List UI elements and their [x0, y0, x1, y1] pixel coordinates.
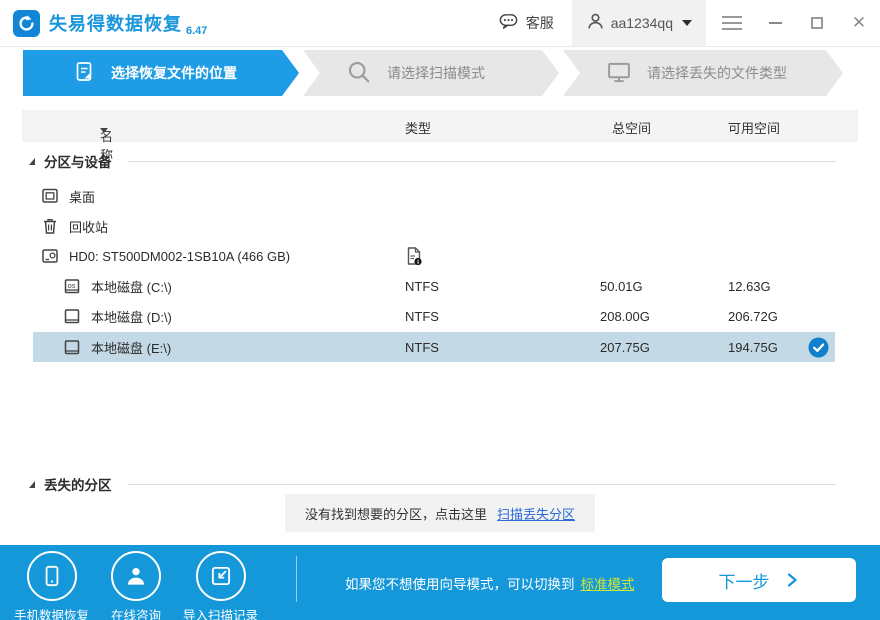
section-rule: [128, 484, 837, 485]
minimize-button[interactable]: [754, 0, 796, 46]
account-name: aa1234qq: [611, 15, 673, 31]
support-button[interactable]: 客服: [488, 11, 564, 35]
menu-button[interactable]: [710, 16, 754, 30]
app-version: 6.47: [186, 25, 207, 37]
tree-item-recycle-bin[interactable]: 回收站: [22, 211, 858, 241]
import-scan-button[interactable]: 导入扫描记录: [183, 551, 258, 620]
drive-icon: [62, 306, 82, 326]
file-info-icon: [405, 246, 423, 266]
drive-d-total: 208.00G: [600, 301, 650, 331]
step-file-type[interactable]: 请选择丢失的文件类型: [563, 50, 843, 96]
document-edit-icon: [73, 60, 97, 87]
check-circle-icon: [808, 337, 829, 358]
drive-d-type: NTFS: [405, 301, 439, 331]
consultant-icon: [111, 551, 161, 601]
drive-c-label: 本地磁盘 (C:\): [91, 277, 172, 296]
app-logo-icon: [13, 10, 40, 37]
drive-icon: [62, 337, 82, 357]
expand-triangle-icon: [29, 481, 35, 488]
lost-partition-hint: 没有找到想要的分区，点击这里 扫描丢失分区: [285, 494, 595, 532]
drive-e-type: NTFS: [405, 332, 439, 362]
drive-row-d[interactable]: 本地磁盘 (D:\) NTFS 208.00G 206.72G: [22, 301, 858, 331]
tree-item-desktop[interactable]: 桌面: [22, 181, 858, 211]
drive-c-free: 12.63G: [728, 271, 771, 301]
support-label: 客服: [526, 13, 554, 33]
monitor-icon: [605, 58, 633, 89]
drive-row-c[interactable]: os 本地磁盘 (C:\) NTFS 50.01G 12.63G: [22, 271, 858, 301]
app-title: 失易得数据恢复: [49, 10, 182, 36]
drive-row-e[interactable]: 本地磁盘 (E:\) NTFS 207.75G 194.75G: [22, 332, 858, 362]
phone-icon: [27, 551, 77, 601]
sort-caret-icon: [100, 128, 108, 133]
hard-drive-icon: [40, 246, 60, 266]
step3-label: 请选择丢失的文件类型: [647, 63, 787, 83]
app-window: 失易得数据恢复 6.47 客服: [0, 0, 880, 620]
footer-bar: 手机数据恢复 在线咨询: [0, 545, 880, 620]
drive-e-free: 194.75G: [728, 332, 778, 362]
maximize-button[interactable]: [796, 0, 838, 46]
table-header: 名称 类型 总空间 可用空间: [22, 110, 858, 142]
hdd-label: HD0: ST500DM002-1SB10A (466 GB): [69, 249, 290, 264]
phone-recovery-label: 手机数据恢复: [14, 605, 89, 620]
step1-label: 选择恢复文件的位置: [111, 63, 237, 83]
user-icon: [586, 12, 605, 34]
drive-d-label: 本地磁盘 (D:\): [91, 307, 172, 326]
tree-item-hdd[interactable]: HD0: ST500DM002-1SB10A (466 GB): [22, 241, 858, 271]
drive-c-total: 50.01G: [600, 271, 643, 301]
import-icon: [196, 551, 246, 601]
mode-hint: 如果您不想使用向导模式，可以切换到标准模式: [345, 573, 635, 593]
titlebar: 失易得数据恢复 6.47 客服: [0, 0, 880, 47]
step-scan-mode[interactable]: 请选择扫描模式: [303, 50, 559, 96]
hint-text: 没有找到想要的分区，点击这里: [305, 504, 487, 523]
step-choose-location[interactable]: 选择恢复文件的位置: [23, 50, 299, 96]
account-menu[interactable]: aa1234qq: [572, 0, 706, 46]
import-scan-label: 导入扫描记录: [183, 605, 258, 620]
next-button[interactable]: 下一步: [662, 558, 856, 602]
close-button[interactable]: ✕: [838, 0, 880, 46]
footer-actions: 手机数据恢复 在线咨询: [14, 551, 258, 620]
chat-icon: [498, 11, 519, 35]
expand-triangle-icon: [29, 158, 35, 165]
chevron-right-icon: [784, 572, 800, 588]
footer-divider: [296, 556, 297, 602]
column-header-total[interactable]: 总空间: [612, 118, 651, 137]
standard-mode-link[interactable]: 标准模式: [581, 577, 635, 592]
section-lost-label: 丢失的分区: [44, 474, 112, 494]
desktop-label: 桌面: [69, 187, 95, 206]
online-consult-label: 在线咨询: [111, 605, 161, 620]
search-icon: [345, 58, 373, 89]
online-consult-button[interactable]: 在线咨询: [111, 551, 161, 620]
step2-label: 请选择扫描模式: [387, 63, 485, 83]
section-devices-label: 分区与设备: [44, 151, 112, 171]
chevron-down-icon: [682, 20, 692, 26]
section-devices[interactable]: 分区与设备: [22, 147, 858, 175]
column-header-free[interactable]: 可用空间: [728, 118, 780, 137]
section-rule: [128, 161, 837, 162]
next-button-label: 下一步: [719, 568, 770, 593]
step-wizard: 选择恢复文件的位置 请选择扫描模式 请选择丢失的文件类型: [0, 50, 880, 96]
desktop-icon: [40, 186, 60, 206]
phone-recovery-button[interactable]: 手机数据恢复: [14, 551, 89, 620]
drive-c-type: NTFS: [405, 271, 439, 301]
scan-lost-partition-link[interactable]: 扫描丢失分区: [497, 504, 575, 523]
trash-icon: [40, 216, 60, 236]
recycle-bin-label: 回收站: [69, 217, 108, 236]
svg-text:os: os: [68, 281, 76, 290]
drive-e-total: 207.75G: [600, 332, 650, 362]
system-drive-icon: os: [62, 276, 82, 296]
column-header-type[interactable]: 类型: [405, 118, 431, 137]
drive-d-free: 206.72G: [728, 301, 778, 331]
drive-e-label: 本地磁盘 (E:\): [91, 338, 171, 357]
